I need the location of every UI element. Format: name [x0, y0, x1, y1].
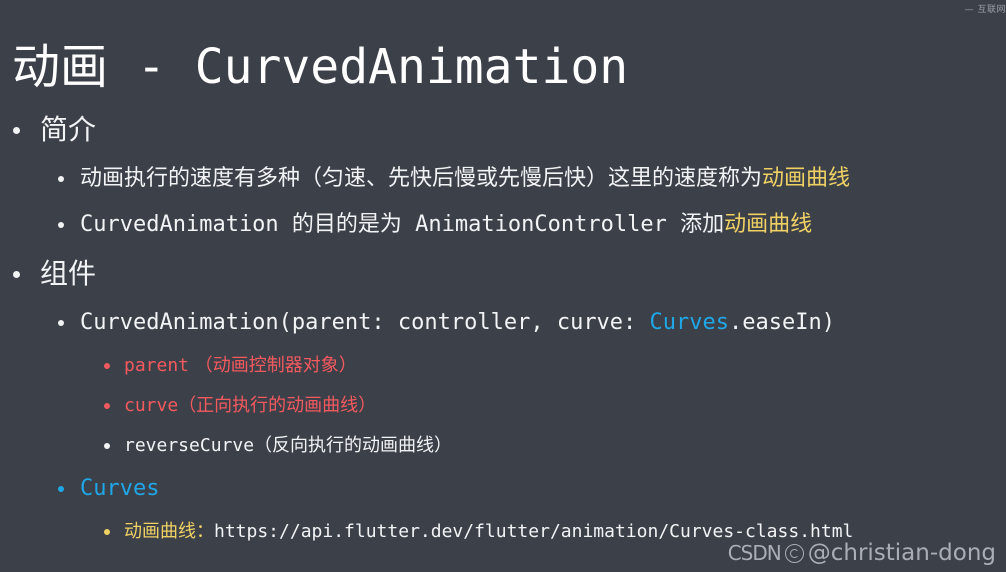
bullet-icon [104, 529, 110, 535]
outline-param-parent: parent （动画控制器对象） [0, 346, 1006, 386]
signature-before: CurvedAnimation(parent: controller, curv… [80, 310, 650, 335]
corner-attribution: — 互联网 [964, 5, 1006, 15]
outline-item-speed-types-text: 动画执行的速度有多种（匀速、先快后慢或先慢后快）这里的速度称为 [80, 166, 763, 191]
bullet-icon [104, 443, 110, 449]
outline-item-curves: Curves [0, 466, 1006, 512]
outline-item-curves-link: 动画曲线：https://api.flutter.dev/flutter/ani… [0, 512, 1006, 552]
bullet-icon [58, 222, 64, 228]
signature-class-name: Curves [649, 310, 730, 335]
outline-heading-component-label: 组件 [40, 257, 97, 290]
outline-param-reversecurve: reverseCurve（反向执行的动画曲线） [0, 426, 1006, 466]
bullet-icon [104, 363, 110, 369]
slide-title: 动画 - CurvedAnimation [12, 39, 629, 96]
outline-item-curves-label: Curves [80, 476, 160, 501]
bullet-icon [58, 486, 64, 492]
param-curve-name: curve [124, 395, 179, 416]
slide-canvas: — 互联网 动画 - CurvedAnimation 简介 动画执行的速度有多种… [0, 0, 1006, 572]
outline-list: 简介 动画执行的速度有多种（匀速、先快后慢或先慢后快）这里的速度称为动画曲线 C… [0, 104, 1006, 552]
param-parent-desc: （动画控制器对象） [189, 355, 357, 376]
param-parent-name: parent [124, 355, 190, 376]
signature-after: .easeIn) [729, 310, 835, 335]
bullet-icon [104, 403, 110, 409]
outline-item-signature: CurvedAnimation(parent: controller, curv… [0, 300, 1006, 346]
curves-link-label: 动画曲线： [124, 521, 214, 542]
param-curve-desc: （正向执行的动画曲线） [178, 395, 377, 416]
param-reversecurve-name: reverseCurve [124, 435, 255, 456]
bullet-icon [58, 320, 64, 326]
outline-heading-intro: 简介 [0, 104, 1006, 156]
outline-heading-component: 组件 [0, 248, 1006, 300]
outline-item-speed-types-highlight: 动画曲线 [762, 166, 851, 191]
outline-item-purpose: CurvedAnimation 的目的是为 AnimationControlle… [0, 202, 1006, 248]
param-reversecurve-desc: （反向执行的动画曲线） [254, 435, 453, 456]
curves-link-url[interactable]: https://api.flutter.dev/flutter/animatio… [214, 521, 853, 542]
outline-param-curve: curve（正向执行的动画曲线） [0, 386, 1006, 426]
outline-item-speed-types: 动画执行的速度有多种（匀速、先快后慢或先慢后快）这里的速度称为动画曲线 [0, 156, 1006, 202]
outline-item-purpose-text: CurvedAnimation 的目的是为 AnimationControlle… [80, 212, 725, 237]
bullet-icon [13, 271, 20, 278]
bullet-icon [13, 127, 20, 134]
outline-heading-intro-label: 简介 [40, 113, 97, 146]
outline-item-purpose-highlight: 动画曲线 [724, 212, 813, 237]
bullet-icon [58, 176, 64, 182]
